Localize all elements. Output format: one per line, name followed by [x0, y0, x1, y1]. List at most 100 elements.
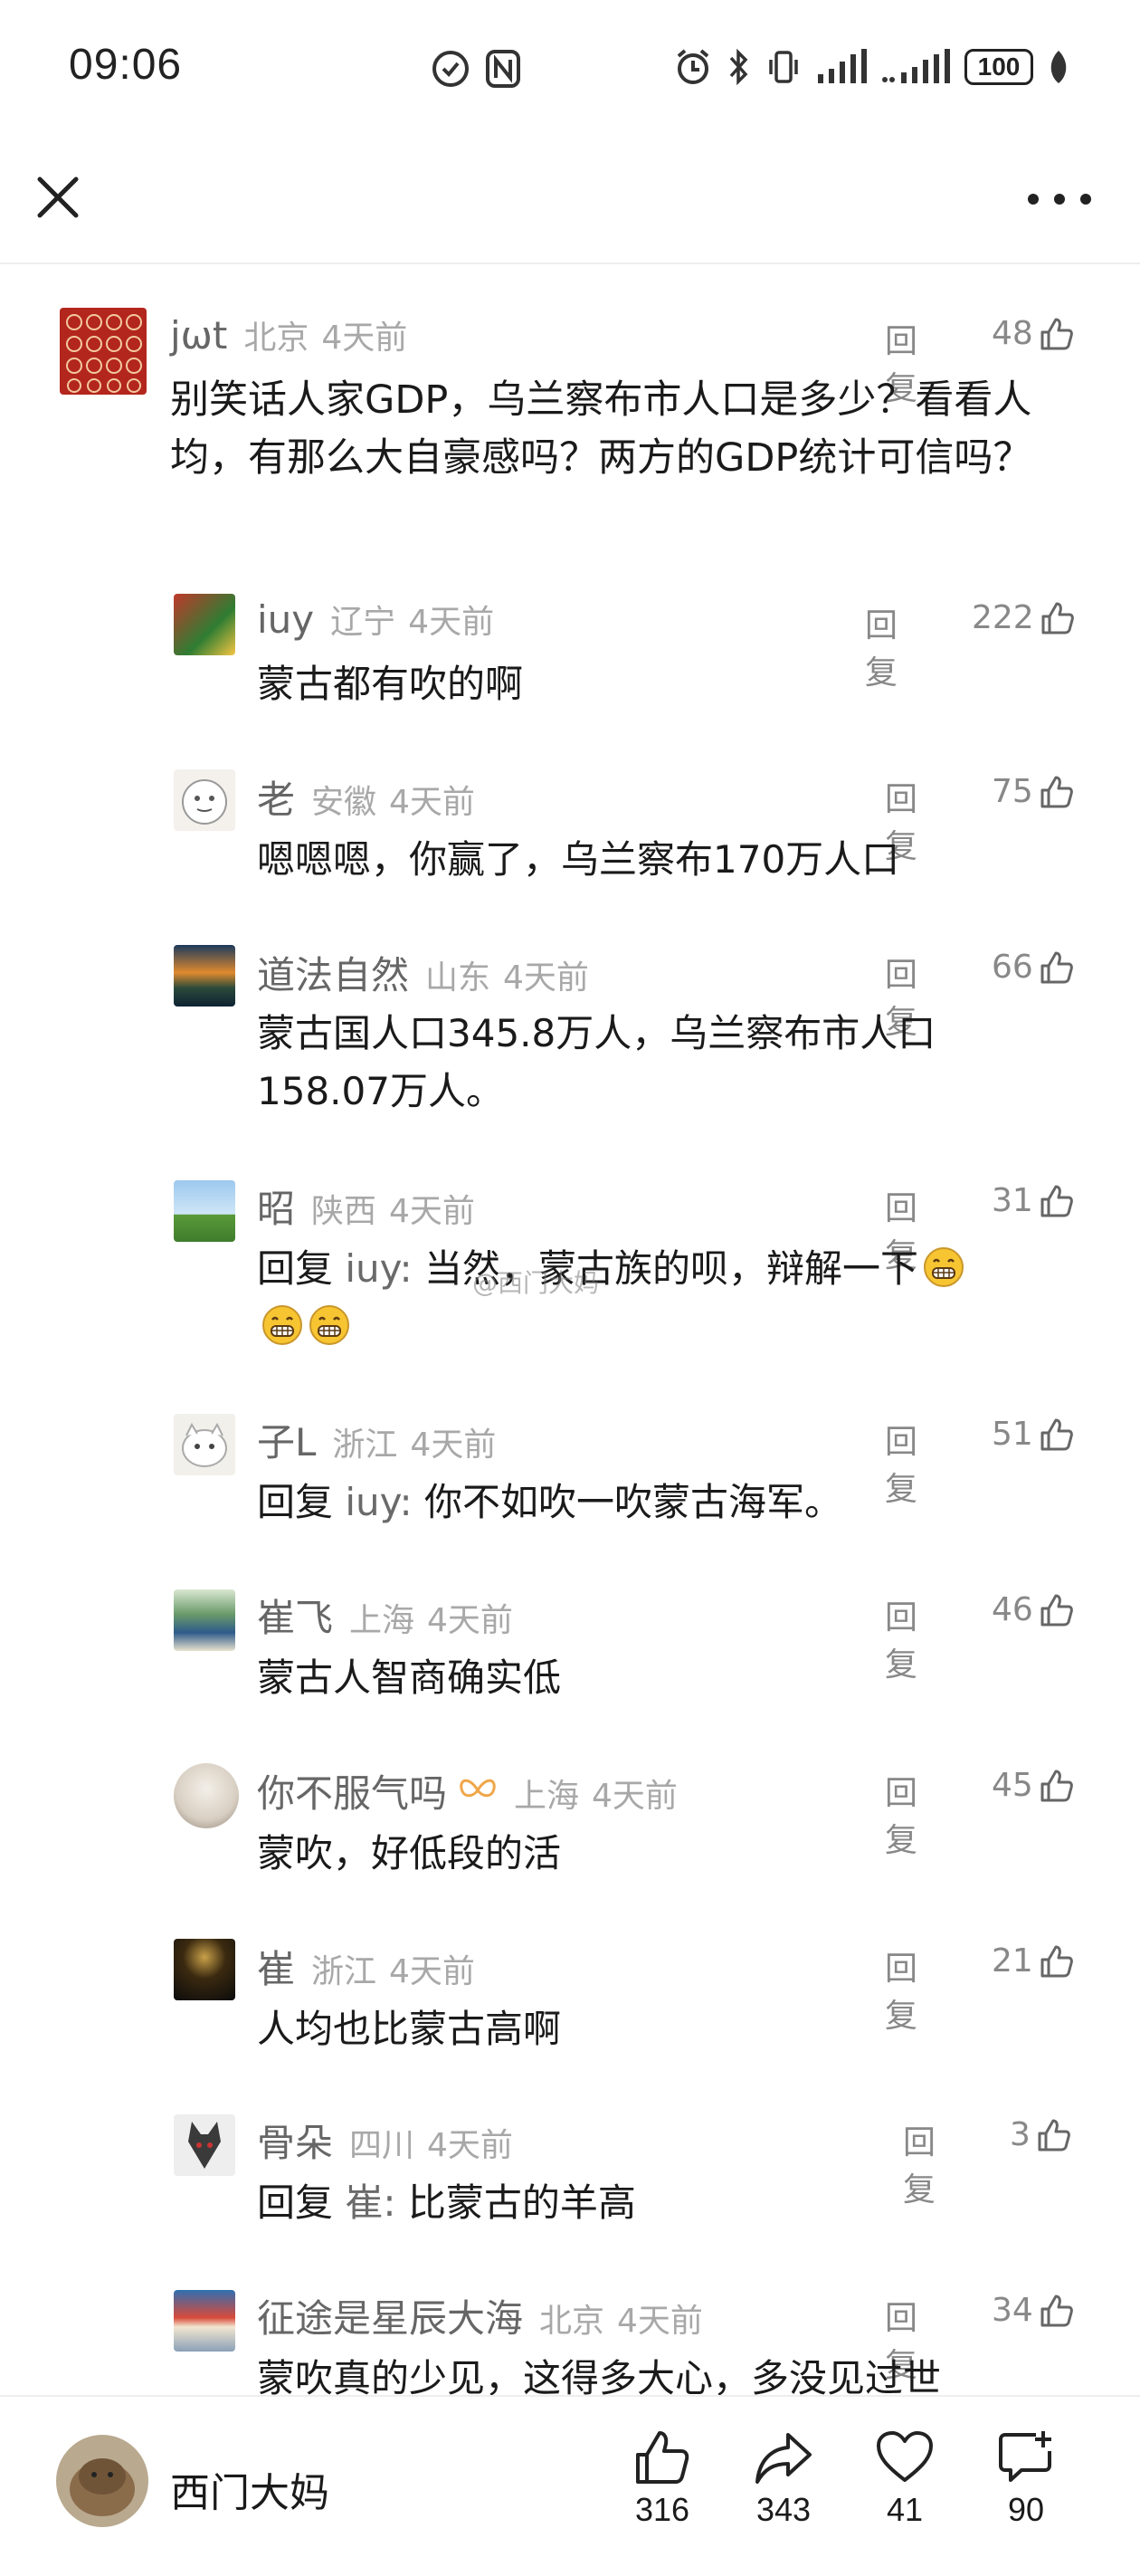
top-toolbar: [0, 145, 1140, 264]
more-button[interactable]: [1028, 188, 1091, 210]
avatar[interactable]: [174, 1939, 235, 2000]
signal-2-icon: [882, 49, 950, 83]
location: 陕西: [311, 1193, 377, 1230]
close-button[interactable]: [31, 170, 85, 224]
favorite-action[interactable]: 41: [850, 2429, 959, 2529]
comment-text: 嗯嗯嗯，你赢了，乌兰察布170万人口: [257, 837, 900, 882]
heart-icon: [877, 2431, 933, 2482]
avatar[interactable]: [174, 1414, 235, 1475]
comment-text: 蒙吹，好低段的活: [257, 1831, 562, 1875]
username[interactable]: jωt: [170, 313, 227, 358]
like-icon: [636, 2431, 689, 2484]
status-time: 09:06: [69, 41, 183, 89]
like-button[interactable]: 3: [1010, 2116, 1072, 2153]
grin-emoji: [309, 1305, 349, 1345]
comment-text: 人均也比蒙古高啊: [257, 2007, 562, 2051]
location: 北京: [243, 320, 309, 357]
avatar[interactable]: [60, 308, 147, 395]
thumbs-up-icon: [1040, 1185, 1073, 1216]
like-count: 45: [992, 1767, 1033, 1804]
like-button[interactable]: 48: [992, 315, 1075, 352]
comment-text: 蒙古国人口345.8万人，乌兰察布市人口158.07万人。: [257, 1011, 936, 1113]
like-count: 316: [634, 2491, 690, 2528]
location: 四川: [349, 2127, 415, 2164]
share-icon: [755, 2433, 812, 2484]
comment-action[interactable]: 90: [972, 2429, 1080, 2529]
share-action[interactable]: 343: [729, 2429, 838, 2529]
avatar[interactable]: [174, 1589, 235, 1651]
mention[interactable]: iuy:: [345, 1480, 412, 1524]
like-button[interactable]: 45: [992, 1767, 1075, 1804]
more-icon: [1028, 194, 1039, 205]
like-count: 46: [992, 1591, 1033, 1628]
nfc-icon: [486, 50, 520, 88]
like-button[interactable]: 75: [992, 773, 1075, 810]
comment-add-icon: [999, 2431, 1051, 2482]
avatar[interactable]: [174, 1180, 235, 1242]
thumbs-up-icon: [1040, 2295, 1073, 2326]
watermark: @西门大妈: [472, 1268, 600, 1298]
avatar[interactable]: [174, 769, 235, 831]
leaf-icon: [1050, 51, 1067, 83]
mention[interactable]: iuy:: [345, 1246, 412, 1291]
comment-body: 你不如吹一吹蒙古海军。: [412, 1480, 842, 1524]
location: 浙江: [332, 1426, 398, 1464]
like-button[interactable]: 21: [992, 1942, 1075, 1980]
grin-emoji: [262, 1305, 302, 1345]
bluetooth-icon: [729, 48, 748, 86]
timestamp: 4天前: [592, 1778, 678, 1815]
username[interactable]: 骨朵: [257, 2113, 333, 2168]
thumbs-up-icon: [1041, 602, 1074, 634]
avatar[interactable]: [174, 945, 235, 1007]
comment-count: 90: [1007, 2491, 1045, 2528]
avatar[interactable]: [174, 2290, 235, 2352]
avatar[interactable]: [174, 2114, 235, 2176]
thumbs-up-icon: [1038, 2119, 1070, 2151]
username[interactable]: 你不服气吗: [257, 1763, 447, 1818]
avatar[interactable]: [174, 594, 235, 655]
battery-indicator: 100: [964, 49, 1033, 85]
location: 辽宁: [330, 604, 396, 641]
like-button[interactable]: 66: [992, 949, 1075, 986]
vibrate-icon: [769, 51, 798, 83]
like-button[interactable]: 46: [992, 1591, 1075, 1628]
mention[interactable]: 崔:: [345, 2180, 395, 2225]
like-action[interactable]: 316: [608, 2429, 717, 2529]
username[interactable]: 昭: [257, 1178, 295, 1234]
close-icon: [37, 177, 79, 218]
like-button[interactable]: 34: [992, 2292, 1075, 2329]
username[interactable]: iuy: [257, 597, 314, 642]
author-name[interactable]: 西门大妈: [170, 2460, 329, 2518]
like-count: 3: [1010, 2116, 1031, 2153]
comment-text: 蒙吹真的少见，这得多大心，多没见过世: [257, 2356, 942, 2395]
like-count: 48: [992, 315, 1033, 352]
reply-prefix: 回复: [257, 2180, 346, 2225]
comment-text: 别笑话人家GDP，乌兰察布市人口是多少？看看人均，有那么大自豪感吗？两方的GDP…: [170, 377, 1032, 481]
like-count: 66: [992, 949, 1033, 986]
username[interactable]: 子L: [257, 1412, 316, 1467]
username[interactable]: 道法自然: [257, 945, 409, 1000]
location: 山东: [425, 959, 491, 997]
author-avatar[interactable]: [56, 2435, 148, 2527]
like-button[interactable]: 51: [992, 1416, 1075, 1453]
like-count: 75: [992, 773, 1033, 810]
avatar[interactable]: [174, 1763, 239, 1828]
comment-text: 蒙古人智商确实低: [257, 1655, 562, 1700]
comment-body: 比蒙古的羊高: [395, 2180, 636, 2225]
like-button[interactable]: 222: [972, 599, 1076, 636]
like-count: 51: [992, 1416, 1033, 1453]
comment-text: 回复 崔: 比蒙古的羊高: [257, 2174, 1053, 2232]
username[interactable]: 老: [257, 769, 295, 825]
timestamp: 4天前: [427, 1602, 513, 1639]
location: 浙江: [311, 1953, 377, 1990]
comment-text: 蒙古都有吹的啊: [257, 662, 524, 706]
share-count: 343: [755, 2491, 812, 2528]
thumbs-up-icon: [1040, 1594, 1073, 1626]
location: 上海: [349, 1602, 415, 1639]
like-count: 21: [992, 1942, 1033, 1980]
like-button[interactable]: 31: [992, 1182, 1075, 1219]
username[interactable]: 崔: [257, 1939, 295, 1994]
username[interactable]: 崔飞: [257, 1588, 333, 1643]
signal-1-icon: [818, 49, 867, 83]
username[interactable]: 征途是星辰大海: [257, 2288, 523, 2343]
